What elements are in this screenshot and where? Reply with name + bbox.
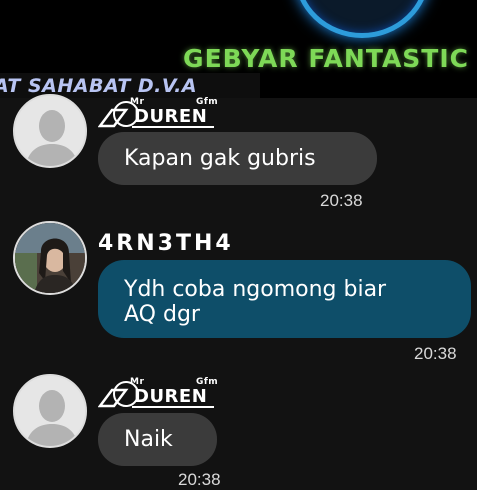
message-timestamp: 20:38 — [178, 470, 221, 489]
banner-title: GEBYAR FANTASTIC — [183, 44, 469, 73]
person-silhouette-icon — [15, 376, 85, 446]
avatar[interactable] — [13, 374, 87, 448]
sender-logo-main: DUREN — [134, 386, 208, 407]
sender-logo-tag: Gfm — [196, 377, 219, 387]
message-text: Kapan gak gubris — [124, 146, 316, 171]
banner-subtitle: AT SAHABAT D.V.A — [0, 75, 198, 97]
person-silhouette-icon — [15, 96, 85, 166]
message-timestamp: 20:38 — [320, 191, 363, 210]
message-bubble[interactable]: Naik — [98, 413, 217, 466]
sender-name[interactable]: 4RN3TH4 — [98, 231, 234, 256]
sender-logo-tag: Gfm — [196, 97, 219, 107]
banner-emblem-ring — [294, 0, 430, 38]
avatar[interactable] — [13, 94, 87, 168]
message-bubble[interactable]: Kapan gak gubris — [98, 132, 377, 185]
message-text-line: Ydh coba ngomong biar — [124, 277, 387, 302]
group-banner: GEBYAR FANTASTIC AT SAHABAT D.V.A — [0, 0, 477, 98]
avatar[interactable] — [13, 221, 87, 295]
message-timestamp: 20:38 — [414, 344, 457, 363]
message-text-line: AQ dgr — [124, 302, 200, 327]
sender-logo-main: DUREN — [134, 106, 208, 127]
message-bubble[interactable]: Ydh coba ngomong biar AQ dgr — [98, 260, 471, 338]
message-text: Naik — [124, 427, 173, 452]
profile-photo-icon — [15, 223, 85, 293]
